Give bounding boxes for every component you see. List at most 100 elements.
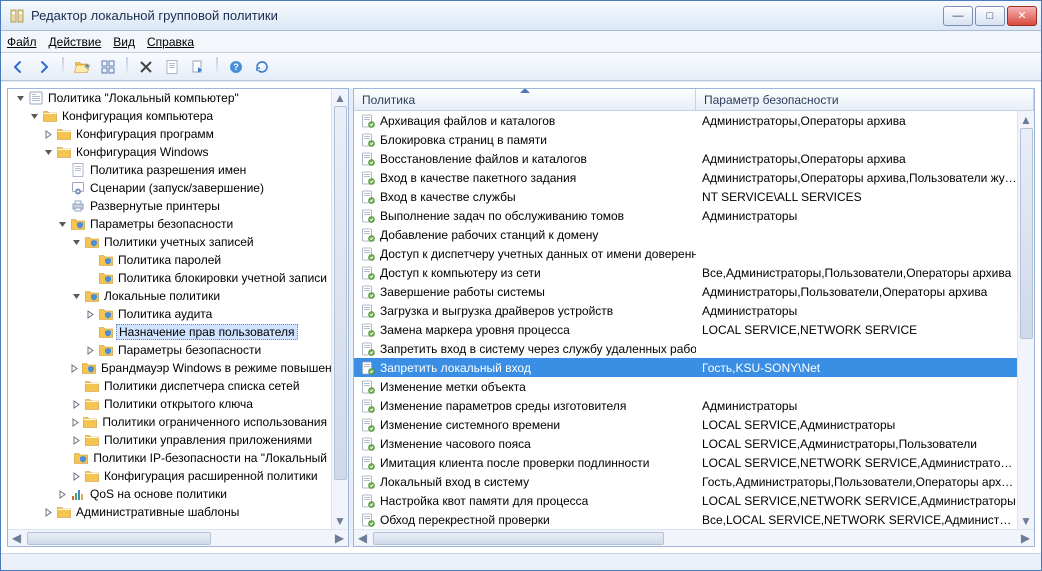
list-body[interactable]: Архивация файлов и каталогов Администрато… <box>354 111 1017 529</box>
column-security-param[interactable]: Параметр безопасности <box>696 89 1034 110</box>
tree-nlm[interactable]: Политики диспетчера списка сетей <box>68 377 331 395</box>
scroll-left-icon[interactable]: ◀ <box>354 530 371 546</box>
chevron-down-icon[interactable] <box>42 146 54 158</box>
policy-value: LOCAL SERVICE,NETWORK SERVICE,Администра… <box>696 456 1017 470</box>
policy-value: Гость,Администраторы,Пользователи,Операт… <box>696 475 1017 489</box>
back-button[interactable] <box>7 56 29 78</box>
tree-password-policy[interactable]: Политика паролей <box>82 251 331 269</box>
policy-item-icon <box>360 303 376 319</box>
policy-row[interactable]: Изменение часового поясаLOCAL SERVICE,Ад… <box>354 434 1017 453</box>
policy-row[interactable]: Запретить локальный вход Гость,KSU-SONY\N… <box>354 358 1017 377</box>
properties-button[interactable] <box>161 56 183 78</box>
policy-row[interactable]: Добавление рабочих станций к домену <box>354 225 1017 244</box>
policy-row[interactable]: Загрузка и выгрузка драйверов устройствА… <box>354 301 1017 320</box>
tree-qos[interactable]: QoS на основе политики <box>54 485 331 503</box>
menu-help[interactable]: Справка <box>147 35 194 49</box>
policy-row[interactable]: Завершение работы системыАдминистраторы,… <box>354 282 1017 301</box>
delete-button[interactable] <box>135 56 157 78</box>
tree-app-control[interactable]: Политики управления приложениями <box>68 431 331 449</box>
policy-name: Запретить локальный вход <box>380 361 531 375</box>
policy-row[interactable]: Изменение параметров среды изготовителяА… <box>354 396 1017 415</box>
policy-row[interactable]: Изменение метки объекта <box>354 377 1017 396</box>
menu-view[interactable]: Вид <box>113 35 135 49</box>
policy-name: Архивация файлов и каталогов <box>380 114 555 128</box>
refresh-button[interactable] <box>251 56 273 78</box>
scroll-left-icon[interactable]: ◀ <box>8 530 25 546</box>
scroll-right-icon[interactable]: ▶ <box>331 530 348 546</box>
menu-file[interactable]: Файл <box>7 35 37 49</box>
policy-item-icon <box>360 208 376 224</box>
tree-security-options[interactable]: Параметры безопасности <box>82 341 331 359</box>
policy-value: Администраторы <box>696 304 1017 318</box>
tree-firewall[interactable]: Брандмауэр Windows в режиме повышенной <box>68 359 331 377</box>
policy-name: Настройка квот памяти для процесса <box>380 494 588 508</box>
show-hide-tree-button[interactable] <box>97 56 119 78</box>
tree-adv-audit[interactable]: Конфигурация расширенной политики <box>68 467 331 485</box>
tree-ipsec[interactable]: Политики IP-безопасности на "Локальный <box>68 449 331 467</box>
list-hscroll[interactable]: ◀ ▶ <box>354 529 1034 546</box>
policy-row[interactable]: Локальный вход в системуГость,Администра… <box>354 472 1017 491</box>
tree-lockout-policy[interactable]: Политика блокировки учетной записи <box>82 269 331 287</box>
chevron-right-icon[interactable] <box>42 128 54 140</box>
chevron-down-icon[interactable] <box>28 110 40 122</box>
policy-name: Изменение параметров среды изготовителя <box>380 399 626 413</box>
scroll-down-icon[interactable]: ▼ <box>1018 512 1034 529</box>
chevron-down-icon[interactable] <box>70 236 82 248</box>
policy-row[interactable]: Восстановление файлов и каталоговАдминис… <box>354 149 1017 168</box>
minimize-button[interactable]: — <box>943 6 973 26</box>
policy-value: Все,Администраторы,Пользователи,Оператор… <box>696 266 1017 280</box>
policy-name: Доступ к компьютеру из сети <box>380 266 541 280</box>
policy-row[interactable]: Замена маркера уровня процессаLOCAL SERV… <box>354 320 1017 339</box>
policy-item-icon <box>360 322 376 338</box>
up-button[interactable] <box>71 56 93 78</box>
policy-item-icon <box>360 132 376 148</box>
list-vscroll[interactable]: ▲ ▼ <box>1017 111 1034 529</box>
tree-pk-policies[interactable]: Политики открытого ключа <box>68 395 331 413</box>
close-button[interactable]: ✕ <box>1007 6 1037 26</box>
column-policy[interactable]: Политика <box>354 89 696 110</box>
scroll-up-icon[interactable]: ▲ <box>332 89 348 106</box>
tree-admin-templates[interactable]: Административные шаблоны <box>40 503 331 521</box>
chevron-down-icon[interactable] <box>56 218 68 230</box>
chevron-right-icon[interactable] <box>70 362 79 374</box>
scroll-up-icon[interactable]: ▲ <box>1018 111 1034 128</box>
folder-icon <box>56 504 72 520</box>
policy-row[interactable]: Доступ к диспетчеру учетных данных от им… <box>354 244 1017 263</box>
policy-row[interactable]: Архивация файлов и каталогов Администрато… <box>354 111 1017 130</box>
policy-name: Изменение метки объекта <box>380 380 526 394</box>
policy-row[interactable]: Настройка квот памяти для процесса LOCAL … <box>354 491 1017 510</box>
policy-value: Гость,KSU-SONY\Net <box>696 361 1017 375</box>
policy-item-icon <box>360 398 376 414</box>
tree-scroll[interactable]: Политика "Локальный компьютер" Конфигура… <box>8 89 331 529</box>
tree-hscroll[interactable]: ◀ ▶ <box>8 529 348 546</box>
policy-row[interactable]: Блокировка страниц в памяти <box>354 130 1017 149</box>
tree-vscroll[interactable]: ▲ ▼ <box>331 89 348 529</box>
policy-row[interactable]: Обход перекрестной проверкиВсе,LOCAL SER… <box>354 510 1017 529</box>
policy-item-icon <box>360 170 376 186</box>
policy-row[interactable]: Выполнение задач по обслуживанию томовАд… <box>354 206 1017 225</box>
policy-row[interactable]: Вход в качестве пакетного заданияАдминис… <box>354 168 1017 187</box>
tree-srp[interactable]: Политики ограниченного использования <box>68 413 331 431</box>
policy-row[interactable]: Доступ к компьютеру из сети Все,Администр… <box>354 263 1017 282</box>
policy-row[interactable]: Имитация клиента после проверки подлинно… <box>354 453 1017 472</box>
policy-row[interactable]: Запретить вход в систему через службу уд… <box>354 339 1017 358</box>
policy-item-icon <box>360 227 376 243</box>
policy-value: LOCAL SERVICE,NETWORK SERVICE,Администра… <box>696 494 1017 508</box>
tree-user-rights[interactable]: Назначение прав пользователя <box>82 323 331 341</box>
maximize-button[interactable]: □ <box>975 6 1005 26</box>
chevron-right-icon[interactable] <box>42 506 54 518</box>
export-button[interactable] <box>187 56 209 78</box>
policy-value: LOCAL SERVICE,Администраторы <box>696 418 1017 432</box>
chevron-down-icon[interactable] <box>14 92 26 104</box>
policy-row[interactable]: Вход в качестве службыNT SERVICE\ALL SER… <box>354 187 1017 206</box>
policy-row[interactable]: Изменение системного времени LOCAL SERVIC… <box>354 415 1017 434</box>
policy-name: Изменение системного времени <box>380 418 560 432</box>
policy-name: Вход в качестве пакетного задания <box>380 171 576 185</box>
tree-audit-policy[interactable]: Политика аудита <box>82 305 331 323</box>
scroll-down-icon[interactable]: ▼ <box>332 512 348 529</box>
forward-button[interactable] <box>33 56 55 78</box>
policy-value: Администраторы,Операторы архива <box>696 114 1017 128</box>
help-button[interactable] <box>225 56 247 78</box>
menu-action[interactable]: Действие <box>49 35 102 49</box>
scroll-right-icon[interactable]: ▶ <box>1017 530 1034 546</box>
